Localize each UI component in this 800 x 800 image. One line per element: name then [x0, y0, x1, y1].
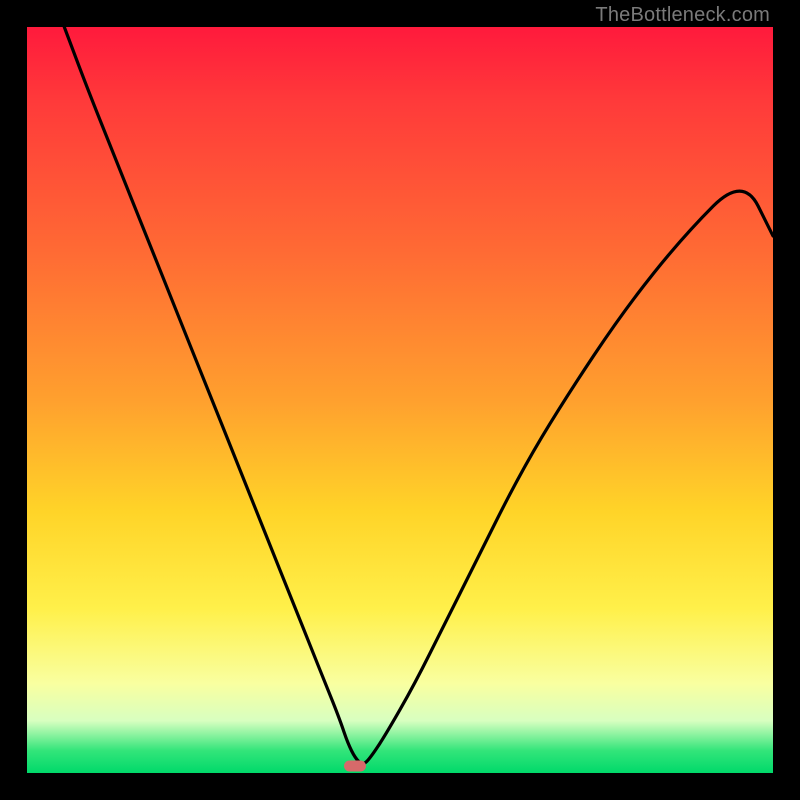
- bottleneck-curve: [27, 27, 773, 773]
- plot-area: [27, 27, 773, 773]
- chart-frame: TheBottleneck.com: [0, 0, 800, 800]
- minimum-marker: [344, 760, 366, 771]
- curve-path: [64, 27, 773, 764]
- watermark-text: TheBottleneck.com: [595, 4, 770, 27]
